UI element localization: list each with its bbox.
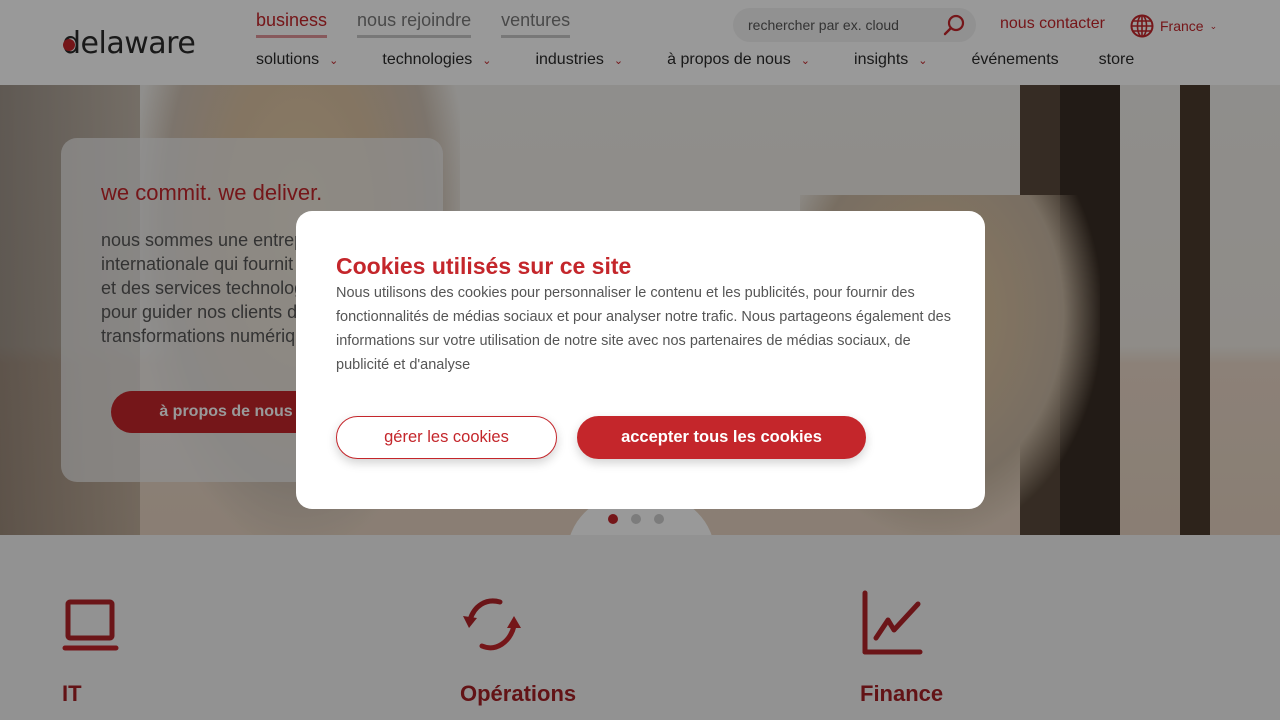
cookie-consent-dialog: Cookies utilisés sur ce site Nous utilis… [296, 211, 985, 509]
cookie-dialog-title: Cookies utilisés sur ce site [336, 253, 632, 279]
accept-all-cookies-button[interactable]: accepter tous les cookies [577, 416, 866, 459]
cookie-dialog-text: Nous utilisons des cookies pour personna… [336, 285, 951, 373]
manage-cookies-button[interactable]: gérer les cookies [336, 416, 557, 459]
